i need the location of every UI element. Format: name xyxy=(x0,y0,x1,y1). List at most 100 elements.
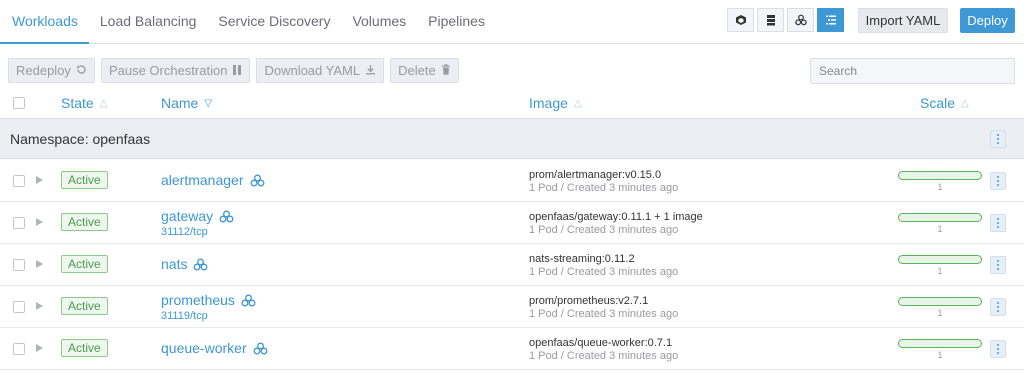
row-menu-button[interactable] xyxy=(990,298,1006,316)
scale-bar xyxy=(898,339,982,348)
namespace-group-header: Namespace: openfaas xyxy=(0,118,1024,159)
expand-row-icon[interactable] xyxy=(36,176,43,184)
pause-icon xyxy=(232,59,242,82)
select-all-checkbox[interactable] xyxy=(13,97,25,109)
delete-label: Delete xyxy=(398,63,436,78)
server-icon xyxy=(766,15,775,26)
row-checkbox[interactable] xyxy=(13,343,25,355)
pause-orchestration-button[interactable]: Pause Orchestration xyxy=(100,58,251,83)
status-badge: Active xyxy=(61,339,108,357)
view-cube-button[interactable] xyxy=(727,8,754,32)
scale-count: 1 xyxy=(937,308,943,318)
trash-icon xyxy=(441,59,451,82)
table-row: Active prometheus 31119/tcp prom/prometh… xyxy=(0,286,1024,328)
name-header-label: Name xyxy=(161,95,199,111)
pod-meta: 1 Pod / Created 3 minutes ago xyxy=(529,224,679,236)
sort-icon: △ xyxy=(99,97,108,109)
tab-bar: Workloads Load Balancing Service Discove… xyxy=(0,0,496,44)
expand-row-icon[interactable] xyxy=(36,302,43,310)
workload-name-link[interactable]: nats xyxy=(161,256,208,272)
status-badge: Active xyxy=(61,213,108,231)
workload-name: queue-worker xyxy=(161,340,247,356)
row-menu-button[interactable] xyxy=(990,256,1006,274)
scale-column-header[interactable]: Scale △ xyxy=(920,95,969,111)
tab-pipelines[interactable]: Pipelines xyxy=(417,0,496,44)
tab-load-balancing[interactable]: Load Balancing xyxy=(89,0,208,44)
cluster-icon xyxy=(794,14,807,26)
redeploy-icon xyxy=(76,59,87,82)
row-checkbox[interactable] xyxy=(13,301,25,313)
status-badge: Active xyxy=(61,297,108,315)
row-menu-button[interactable] xyxy=(990,214,1006,232)
namespace-menu-button[interactable] xyxy=(990,130,1006,148)
tab-workloads[interactable]: Workloads xyxy=(0,0,89,44)
scale-count: 1 xyxy=(937,266,943,276)
cluster-icon xyxy=(253,342,268,354)
workload-name-link[interactable]: alertmanager xyxy=(161,172,265,188)
row-menu-button[interactable] xyxy=(990,172,1006,190)
redeploy-label: Redeploy xyxy=(16,63,71,78)
port-link[interactable]: 31119/tcp xyxy=(161,310,208,322)
namespace-label: Namespace: openfaas xyxy=(10,131,151,147)
row-checkbox[interactable] xyxy=(13,175,25,187)
workload-name: gateway xyxy=(161,208,214,224)
image-name: prom/alertmanager:v0.15.0 xyxy=(529,169,662,181)
list-icon xyxy=(825,15,836,25)
expand-row-icon[interactable] xyxy=(36,344,43,352)
redeploy-button[interactable]: Redeploy xyxy=(8,58,95,83)
table-row: Active alertmanager prom/alertmanager:v0… xyxy=(0,160,1024,202)
row-menu-button[interactable] xyxy=(990,340,1006,358)
workload-name-link[interactable]: queue-worker xyxy=(161,340,268,356)
view-server-button[interactable] xyxy=(757,8,784,32)
sort-icon: △ xyxy=(961,97,969,109)
row-checkbox[interactable] xyxy=(13,217,25,229)
pod-meta: 1 Pod / Created 3 minutes ago xyxy=(529,350,679,362)
image-name: prom/prometheus:v2.7.1 xyxy=(529,295,649,307)
row-checkbox[interactable] xyxy=(13,259,25,271)
cluster-icon xyxy=(250,174,264,186)
search-input[interactable] xyxy=(810,58,1015,84)
download-yaml-button[interactable]: Download YAML xyxy=(256,58,385,83)
workload-name-link[interactable]: gateway xyxy=(161,208,234,224)
scale-count: 1 xyxy=(937,224,943,234)
bulk-actions: Redeploy Pause Orchestration Download YA… xyxy=(8,58,465,83)
scale-header-label: Scale xyxy=(920,95,956,111)
workload-name: alertmanager xyxy=(161,172,244,188)
workload-name-link[interactable]: prometheus xyxy=(161,292,256,308)
state-header-label: State xyxy=(61,95,94,111)
cluster-icon xyxy=(241,294,256,306)
top-nav: Workloads Load Balancing Service Discove… xyxy=(0,0,1024,44)
table-row: Active gateway 31112/tcp openfaas/gatewa… xyxy=(0,202,1024,244)
view-toggle-group xyxy=(727,8,847,32)
image-header-label: Image xyxy=(529,95,568,111)
deploy-button[interactable]: Deploy xyxy=(960,8,1015,33)
pause-label: Pause Orchestration xyxy=(108,63,228,78)
import-yaml-button[interactable]: Import YAML xyxy=(858,8,948,33)
cluster-icon xyxy=(194,258,208,270)
delete-button[interactable]: Delete xyxy=(390,58,459,83)
tab-volumes[interactable]: Volumes xyxy=(341,0,417,44)
image-column-header[interactable]: Image △ xyxy=(529,95,582,111)
sort-desc-icon: ▽ xyxy=(204,97,213,109)
table-row: Active nats nats-streaming:0.11.2 1 Pod … xyxy=(0,244,1024,286)
workload-name: prometheus xyxy=(161,292,235,308)
cube-icon xyxy=(735,15,746,25)
scale-bar xyxy=(898,297,982,306)
scale-bar xyxy=(898,255,982,264)
status-badge: Active xyxy=(61,255,108,273)
image-name: nats-streaming:0.11.2 xyxy=(529,253,635,265)
state-column-header[interactable]: State △ xyxy=(61,95,107,111)
table-header: State △ Name ▽ Image △ Scale △ xyxy=(0,88,1024,118)
expand-row-icon[interactable] xyxy=(36,218,43,226)
expand-row-icon[interactable] xyxy=(36,260,43,268)
scale-bar xyxy=(898,213,982,222)
image-name: openfaas/queue-worker:0.7.1 xyxy=(529,337,673,349)
view-cluster-button[interactable] xyxy=(787,8,814,32)
name-column-header[interactable]: Name ▽ xyxy=(161,95,212,111)
port-link[interactable]: 31112/tcp xyxy=(161,226,208,238)
scale-count: 1 xyxy=(937,182,943,192)
cluster-icon xyxy=(219,210,234,222)
pod-meta: 1 Pod / Created 3 minutes ago xyxy=(529,182,679,194)
view-list-button[interactable] xyxy=(817,8,844,32)
tab-service-discovery[interactable]: Service Discovery xyxy=(207,0,341,44)
